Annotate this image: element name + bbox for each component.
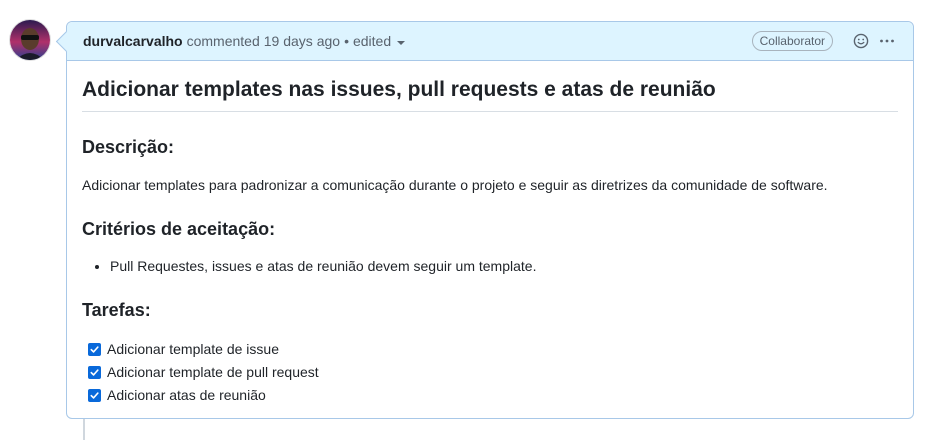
- task-item: Adicionar template de pull request: [88, 361, 898, 384]
- checkbox[interactable]: [88, 365, 101, 379]
- comment-time[interactable]: 19 days ago: [264, 33, 340, 49]
- avatar[interactable]: [10, 20, 50, 60]
- criteria-list: Pull Requestes, issues e atas de reunião…: [82, 256, 898, 277]
- checkbox[interactable]: [88, 388, 101, 402]
- kebab-horizontal-icon[interactable]: [877, 31, 897, 51]
- checkbox[interactable]: [88, 342, 101, 356]
- comment-action: commented: [186, 33, 260, 49]
- task-item: Adicionar template de issue: [88, 338, 898, 361]
- comment-box: durvalcarvalho commented 19 days ago • e…: [66, 21, 914, 419]
- task-item: Adicionar atas de reunião: [88, 384, 898, 407]
- comment-body: Adicionar templates nas issues, pull req…: [67, 61, 913, 407]
- timeline-line: [83, 418, 85, 440]
- author-link[interactable]: durvalcarvalho: [83, 33, 183, 49]
- description-text: Adicionar templates para padronizar a co…: [82, 176, 828, 193]
- list-item: Pull Requestes, issues e atas de reunião…: [110, 256, 898, 277]
- edited-dropdown[interactable]: edited: [352, 33, 406, 49]
- task-label: Adicionar template de pull request: [107, 364, 319, 381]
- comment-header: durvalcarvalho commented 19 days ago • e…: [67, 22, 913, 61]
- task-label: Adicionar atas de reunião: [107, 387, 266, 404]
- smiley-icon[interactable]: [851, 31, 871, 51]
- triangle-down-icon: [397, 41, 406, 46]
- criteria-heading: Critérios de aceitação:: [82, 218, 276, 239]
- task-list: Adicionar template de issue Adicionar te…: [82, 338, 898, 407]
- edited-label: edited: [352, 33, 392, 49]
- collaborator-badge: Collaborator: [751, 31, 833, 51]
- tasks-heading: Tarefas:: [82, 300, 151, 321]
- description-heading: Descrição:: [82, 137, 175, 158]
- task-label: Adicionar template de issue: [107, 341, 279, 358]
- separator: •: [344, 33, 349, 49]
- issue-title-heading: Adicionar templates nas issues, pull req…: [82, 61, 898, 113]
